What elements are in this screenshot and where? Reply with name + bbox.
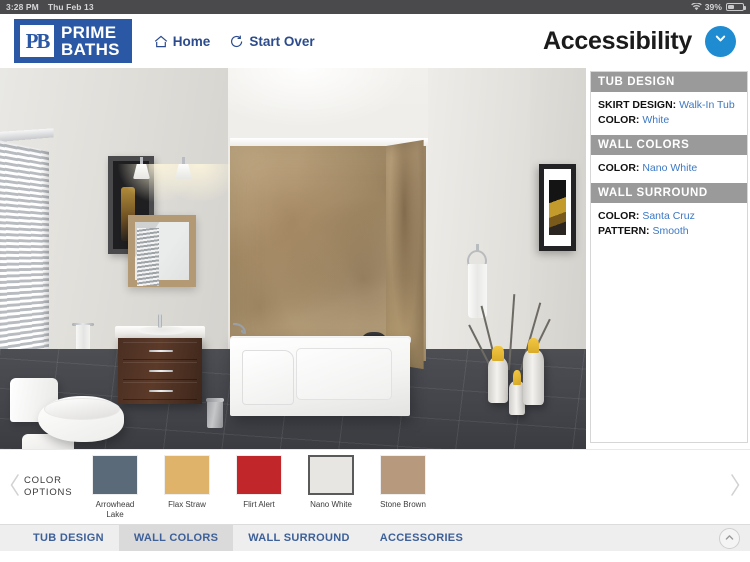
ceiling-glow bbox=[228, 68, 418, 128]
color-swatch-flax-straw[interactable]: Flax Straw bbox=[160, 454, 214, 520]
logo-monogram: PB bbox=[20, 25, 54, 57]
color-swatch-flirt-alert[interactable]: Flirt Alert bbox=[232, 454, 286, 520]
framed-art-right bbox=[539, 164, 576, 251]
swatch-chip bbox=[308, 454, 354, 495]
summary-value: Nano White bbox=[642, 162, 698, 174]
decor-vase-left bbox=[488, 346, 508, 403]
status-bar-left: 3:28 PM Thu Feb 13 bbox=[6, 2, 94, 12]
status-bar: 3:28 PM Thu Feb 13 39% bbox=[0, 0, 750, 14]
header-nav: Home Start Over bbox=[154, 34, 315, 49]
tab-wall-surround[interactable]: WALL SURROUND bbox=[233, 525, 364, 551]
summary-row: COLOR: Santa Cruz bbox=[598, 209, 740, 224]
swatch-label: Arrowhead Lake bbox=[95, 499, 135, 519]
nav-home[interactable]: Home bbox=[154, 33, 211, 49]
walk-in-tub-door bbox=[242, 350, 294, 405]
swatch-label: Stone Brown bbox=[380, 499, 426, 509]
sink-faucet bbox=[158, 314, 162, 328]
hanging-towel-right bbox=[468, 264, 487, 318]
summary-key: COLOR: bbox=[598, 114, 640, 126]
chevron-right-icon bbox=[728, 472, 742, 503]
vanity-mirror bbox=[128, 215, 196, 287]
logo-word-baths: BATHS bbox=[61, 40, 120, 59]
summary-row: SKIRT DESIGN: Walk-In Tub bbox=[598, 98, 740, 113]
chevron-left-icon bbox=[8, 472, 22, 503]
selection-summary-panel: TUB DESIGN SKIRT DESIGN: Walk-In Tub COL… bbox=[586, 68, 750, 449]
color-options-strip: COLOR OPTIONS Arrowhead Lake Flax Straw … bbox=[0, 449, 750, 524]
wall-sconce-left bbox=[133, 157, 150, 179]
prime-baths-logo[interactable]: PB PRIME BATHS bbox=[14, 19, 132, 63]
color-options-label-line1: COLOR bbox=[24, 475, 62, 486]
home-icon bbox=[154, 35, 168, 48]
swatch-chip bbox=[92, 454, 138, 495]
color-options-next-button[interactable] bbox=[726, 472, 744, 503]
wifi-icon bbox=[690, 3, 702, 11]
chevron-up-icon bbox=[724, 530, 735, 548]
toilet-seat bbox=[44, 398, 120, 420]
wall-sconce-right bbox=[175, 157, 192, 179]
tab-wall-colors[interactable]: WALL COLORS bbox=[118, 525, 234, 551]
vanity-cabinet bbox=[118, 338, 202, 404]
sink-basin bbox=[138, 326, 186, 335]
sconce-glow-right bbox=[160, 164, 240, 202]
battery-percent: 39% bbox=[704, 2, 722, 12]
color-swatch-arrowhead-lake[interactable]: Arrowhead Lake bbox=[88, 454, 142, 520]
nav-start-over[interactable]: Start Over bbox=[230, 33, 315, 49]
header-title-group: Accessibility bbox=[543, 25, 736, 57]
bathroom-render-preview[interactable] bbox=[0, 68, 586, 449]
swatch-chip bbox=[164, 454, 210, 495]
color-options-prev-button[interactable] bbox=[6, 472, 24, 503]
chevron-down-icon bbox=[713, 31, 728, 51]
walk-in-tub-panel bbox=[296, 348, 392, 400]
section-heading-tub-design: TUB DESIGN bbox=[591, 72, 747, 92]
color-options-label-line2: OPTIONS bbox=[24, 487, 73, 498]
selection-summary-inner: TUB DESIGN SKIRT DESIGN: Walk-In Tub COL… bbox=[590, 71, 748, 443]
status-date: Thu Feb 13 bbox=[47, 2, 94, 12]
swatch-chip bbox=[380, 454, 426, 495]
stage: TUB DESIGN SKIRT DESIGN: Walk-In Tub COL… bbox=[0, 68, 750, 449]
summary-key: PATTERN: bbox=[598, 225, 650, 237]
summary-key: COLOR: bbox=[598, 210, 640, 222]
status-bar-right: 39% bbox=[690, 2, 746, 12]
nav-home-label: Home bbox=[172, 33, 211, 49]
app-header: PB PRIME BATHS Home Start Over Accessibi… bbox=[0, 14, 750, 68]
section-body-tub-design: SKIRT DESIGN: Walk-In Tub COLOR: White bbox=[591, 92, 747, 135]
summary-value: White bbox=[642, 114, 670, 126]
section-body-wall-colors: COLOR: Nano White bbox=[591, 155, 747, 183]
tab-tub-design[interactable]: TUB DESIGN bbox=[18, 525, 119, 551]
header-expand-button[interactable] bbox=[705, 25, 736, 57]
decor-vase-right bbox=[523, 338, 544, 405]
status-time: 3:28 PM bbox=[6, 2, 39, 12]
summary-value: Smooth bbox=[652, 225, 689, 237]
summary-row: COLOR: Nano White bbox=[598, 161, 740, 176]
tab-accessories[interactable]: ACCESSORIES bbox=[365, 525, 478, 551]
wall-surround-side-panel bbox=[386, 139, 424, 370]
swatch-label: Flirt Alert bbox=[243, 499, 275, 509]
summary-row: PATTERN: Smooth bbox=[598, 224, 740, 239]
refresh-icon bbox=[230, 35, 244, 48]
summary-key: COLOR: bbox=[598, 162, 640, 174]
color-swatch-list: Arrowhead Lake Flax Straw Flirt Alert Na… bbox=[88, 454, 726, 520]
logo-word-prime: PRIME bbox=[61, 23, 117, 42]
swatch-label: Nano White bbox=[310, 499, 352, 509]
color-swatch-nano-white[interactable]: Nano White bbox=[304, 454, 358, 520]
panel-collapse-button[interactable] bbox=[719, 528, 740, 549]
trash-can bbox=[206, 398, 224, 428]
section-heading-wall-colors: WALL COLORS bbox=[591, 135, 747, 155]
logo-wordmark: PRIME BATHS bbox=[54, 23, 126, 59]
summary-value: Santa Cruz bbox=[642, 210, 695, 222]
swatch-chip bbox=[236, 454, 282, 495]
color-swatch-stone-brown[interactable]: Stone Brown bbox=[376, 454, 430, 520]
page-title: Accessibility bbox=[543, 26, 692, 55]
summary-row: COLOR: White bbox=[598, 113, 740, 128]
section-body-wall-surround: COLOR: Santa Cruz PATTERN: Smooth bbox=[591, 203, 747, 246]
summary-key: SKIRT DESIGN: bbox=[598, 99, 677, 111]
color-options-label: COLOR OPTIONS bbox=[24, 475, 80, 499]
section-heading-wall-surround: WALL SURROUND bbox=[591, 183, 747, 203]
summary-value: Walk-In Tub bbox=[679, 99, 735, 111]
bottom-tab-bar: TUB DESIGN WALL COLORS WALL SURROUND ACC… bbox=[0, 524, 750, 551]
swatch-label: Flax Straw bbox=[168, 499, 206, 509]
battery-icon bbox=[726, 3, 746, 11]
nav-start-over-label: Start Over bbox=[249, 33, 315, 49]
